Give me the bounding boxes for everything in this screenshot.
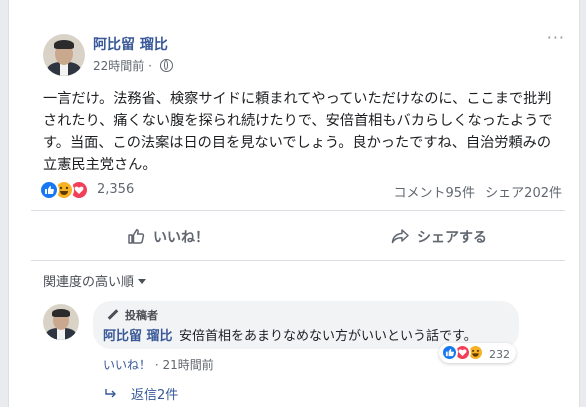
comment-author-avatar[interactable] <box>43 304 79 340</box>
reply-arrow-icon <box>105 388 117 403</box>
author-badge-label: 投稿者 <box>125 309 158 322</box>
author-name[interactable]: 阿比留 瑠比 <box>93 34 168 54</box>
post-time[interactable]: 22時間前 <box>93 59 144 73</box>
post-text: 一言だけ。法務省、検察サイドに頼まれてやっていただけなのに、ここまで批判されたり… <box>43 91 553 173</box>
comment-actions: いいね！ · 21時間前 <box>103 356 214 373</box>
comment-text: 安倍首相をあまりなめない方がいいという話です。 <box>179 329 477 344</box>
comment-sort-label: 関連度の高い順 <box>43 275 135 290</box>
share-arrow-icon <box>391 227 409 255</box>
post-meta: 22時間前 · <box>93 57 173 74</box>
replies-label: 返信2件 <box>131 388 179 403</box>
post-stats: コメント95件 シェア202件 <box>387 182 562 201</box>
post-card: 阿比留 瑠比 22時間前 · ··· 一言だけ。法務省、検察サイドに頼まれてやっ… <box>8 0 580 407</box>
like-button-label: いいね！ <box>153 230 209 246</box>
pencil-icon <box>107 309 119 320</box>
comment-time[interactable]: · 21時間前 <box>155 358 214 372</box>
comment-author-name[interactable]: 阿比留 瑠比 <box>103 325 173 344</box>
divider-bottom <box>31 260 565 261</box>
divider-top <box>31 210 565 211</box>
like-icon <box>39 180 59 200</box>
reaction-count: 2,356 <box>97 182 135 197</box>
separator-dot: · <box>148 59 152 73</box>
shares-count-link[interactable]: シェア202件 <box>485 186 562 201</box>
comment-reaction-summary[interactable]: 232 <box>439 343 516 363</box>
comment-sort-dropdown[interactable]: 関連度の高い順 <box>43 271 147 290</box>
thumbs-up-icon <box>127 227 145 255</box>
author-avatar[interactable] <box>43 34 85 76</box>
share-button[interactable]: シェアする <box>391 224 487 252</box>
comments-count-link[interactable]: コメント95件 <box>393 186 475 201</box>
share-button-label: シェアする <box>417 230 487 246</box>
public-globe-icon[interactable] <box>159 59 173 72</box>
like-icon <box>441 344 458 361</box>
comment-reaction-count: 232 <box>489 348 510 361</box>
comment-like-link[interactable]: いいね！ <box>103 358 151 372</box>
like-button[interactable]: いいね！ <box>127 224 209 252</box>
comment-bubble: 投稿者 阿比留 瑠比 安倍首相をあまりなめない方がいいという話です。 <box>93 301 519 349</box>
author-badge: 投稿者 <box>107 307 158 323</box>
replies-link[interactable]: 返信2件 <box>105 384 178 403</box>
more-options-icon[interactable]: ··· <box>547 28 565 47</box>
caret-down-icon <box>138 279 147 284</box>
